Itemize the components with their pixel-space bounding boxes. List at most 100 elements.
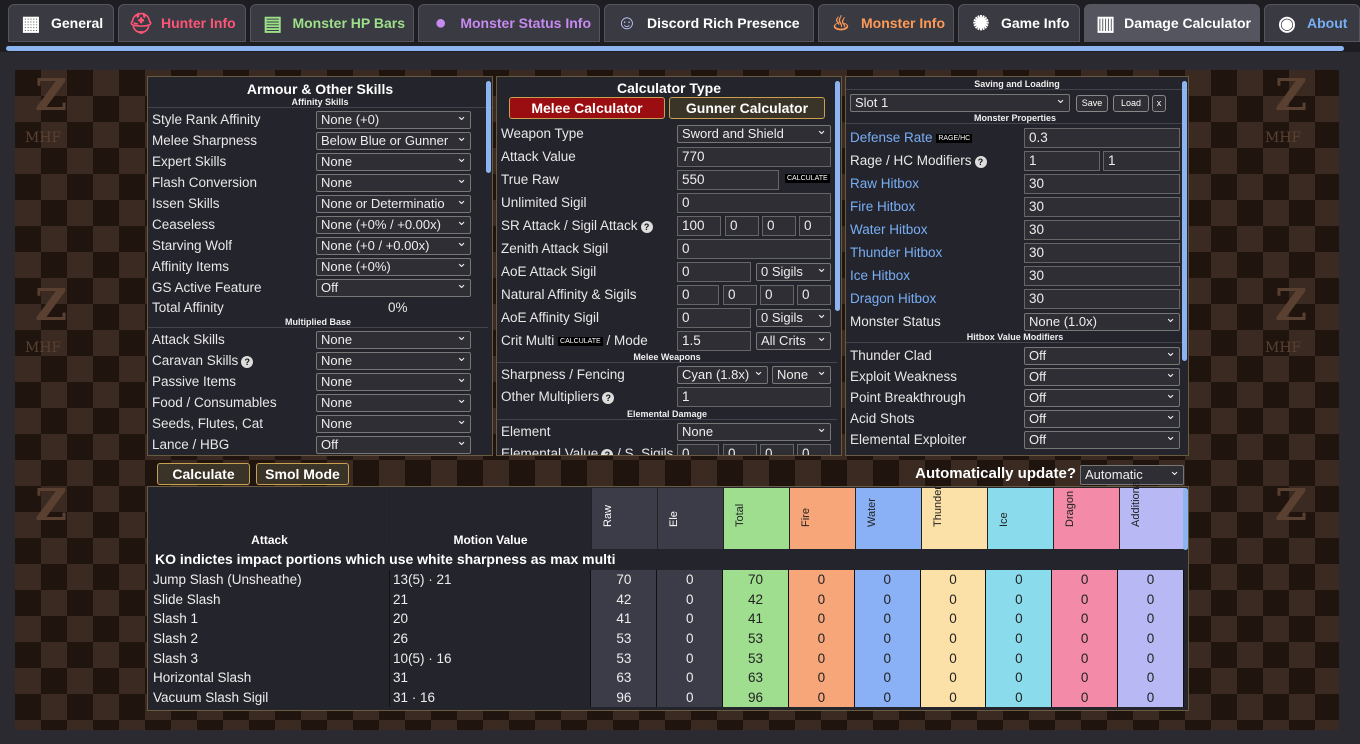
affinity-sigil-input[interactable]: 0 <box>723 285 757 305</box>
sigil-attack-input[interactable]: 0 <box>799 216 831 236</box>
column-header[interactable]: Attack <box>150 488 390 549</box>
zenith-input[interactable]: 0 <box>677 239 831 259</box>
natural-affinity-input[interactable]: 0 <box>677 285 719 305</box>
column-header[interactable]: Additional <box>1120 479 1186 549</box>
affinity-sigil-input[interactable]: 0 <box>797 285 831 305</box>
skill-select[interactable]: Off <box>316 279 471 297</box>
calculate-button[interactable]: Calculate <box>157 463 250 485</box>
tab-game-info[interactable]: ✺ Game Info <box>958 4 1080 42</box>
column-header[interactable]: Ice <box>988 488 1054 549</box>
skill-select[interactable]: None <box>316 174 471 192</box>
skill-select[interactable]: None <box>316 153 471 171</box>
fencing-select[interactable]: None <box>772 366 831 384</box>
modifier-select[interactable]: Off <box>1024 347 1180 365</box>
rage-hc-tag[interactable]: RAGE/HC <box>936 133 973 143</box>
tab-discord-rich-presence[interactable]: ☺ Discord Rich Presence <box>604 4 814 42</box>
element-select[interactable]: None <box>677 423 831 441</box>
help-icon[interactable]: ? <box>602 392 615 404</box>
aoe-affinity-input[interactable]: 0 <box>677 308 751 328</box>
tab-hunter-info[interactable]: ⛑ Hunter Info <box>118 4 246 42</box>
table-row[interactable]: Slide Slash 21 42 0 42 0 0 0 0 0 0 <box>150 589 1184 610</box>
skill-select[interactable]: Below Blue or Gunner <box>316 132 471 150</box>
skill-select[interactable]: None (+0) <box>316 111 471 129</box>
calculate-tag[interactable]: CALCULATE <box>785 174 830 183</box>
calculate-tag[interactable]: CALCULATE <box>558 336 603 346</box>
skill-select[interactable]: None or Determinatio <box>316 195 471 213</box>
save-button[interactable]: Save <box>1076 95 1108 112</box>
aoe-affinity-select[interactable]: 0 Sigils <box>756 309 831 327</box>
table-row[interactable]: Slash 1 20 41 0 41 0 0 0 0 0 0 <box>150 609 1184 629</box>
column-header[interactable]: Dragon <box>1054 488 1120 549</box>
skill-select[interactable]: None <box>316 415 471 433</box>
tab-about[interactable]: ◉ About <box>1264 4 1360 42</box>
scrollbar[interactable] <box>835 81 840 311</box>
modifier-select[interactable]: Off <box>1024 389 1180 407</box>
unlimited-sigil-input[interactable]: 0 <box>677 193 831 213</box>
table-row[interactable]: Jump Slash (Unsheathe) 13(5) · 21 70 0 70 0 0 0… <box>150 570 1184 590</box>
crit-multi-input[interactable]: 1.5 <box>677 331 751 351</box>
element-sigil-input[interactable]: 0 <box>797 444 831 455</box>
true-raw-input[interactable]: 550 <box>677 170 779 190</box>
modifier-select[interactable]: Off <box>1024 431 1180 449</box>
rage-modifier-input[interactable]: 1 <box>1024 151 1100 171</box>
defense-rate-input[interactable]: 0.3 <box>1024 128 1180 148</box>
table-row[interactable]: Slash 2 26 53 0 53 0 0 0 0 0 0 <box>150 628 1184 649</box>
table-row[interactable]: Slash 3 10(5) · 16 53 0 53 0 0 0 0 0 0 <box>150 648 1184 668</box>
tab-monster-status-info[interactable]: ● Monster Status Info <box>418 4 600 42</box>
hitbox-input[interactable]: 30 <box>1024 243 1180 263</box>
scrollbar[interactable] <box>1183 488 1188 550</box>
tab-monster-hp-bars[interactable]: ▤ Monster HP Bars <box>250 4 414 42</box>
tab-damage-calculator[interactable]: ▥ Damage Calculator <box>1084 4 1260 42</box>
sr-attack-input[interactable]: 100 <box>677 216 721 236</box>
modifier-select[interactable]: Off <box>1024 410 1180 428</box>
column-header[interactable]: Thunder <box>922 486 988 549</box>
element-sigil-input[interactable]: 0 <box>760 444 794 455</box>
hitbox-input[interactable]: 30 <box>1024 266 1180 286</box>
table-row[interactable]: Horizontal Slash 31 63 0 63 0 0 0 0 0 0 <box>150 667 1184 688</box>
help-icon[interactable]: ? <box>241 356 254 368</box>
hitbox-input[interactable]: 30 <box>1024 220 1180 240</box>
monster-status-select[interactable]: None (1.0x) <box>1024 313 1180 331</box>
help-icon[interactable]: ? <box>974 156 987 168</box>
aoe-attack-input[interactable]: 0 <box>677 262 751 282</box>
modifier-select[interactable]: Off <box>1024 368 1180 386</box>
tab-general[interactable]: ▦ General <box>8 4 114 42</box>
melee-calculator-button[interactable]: Melee Calculator <box>509 97 665 119</box>
weapon-type-select[interactable]: Sword and Shield <box>677 125 831 143</box>
aoe-attack-select[interactable]: 0 Sigils <box>756 263 831 281</box>
sharpness-select[interactable]: Cyan (1.8x) <box>677 366 768 384</box>
column-header[interactable]: Ele <box>658 488 724 549</box>
load-button[interactable]: Load <box>1113 95 1149 112</box>
sigil-attack-input[interactable]: 0 <box>762 216 796 236</box>
column-header[interactable]: Raw <box>592 488 658 549</box>
skill-select[interactable]: None (+0%) <box>316 258 471 276</box>
column-header[interactable]: Fire <box>790 488 856 549</box>
hitbox-input[interactable]: 30 <box>1024 174 1180 194</box>
column-header[interactable]: Motion Value <box>390 488 592 549</box>
slot-select[interactable]: Slot 1 <box>850 94 1070 112</box>
skill-select[interactable]: None (+0 / +0.00x) <box>316 237 471 255</box>
other-multipliers-input[interactable]: 1 <box>677 387 831 407</box>
skill-select[interactable]: None <box>316 352 471 370</box>
gunner-calculator-button[interactable]: Gunner Calculator <box>669 97 825 119</box>
hc-modifier-input[interactable]: 1 <box>1103 151 1180 171</box>
attack-value-input[interactable]: 770 <box>677 147 831 167</box>
sigil-attack-input[interactable]: 0 <box>725 216 759 236</box>
hitbox-input[interactable]: 30 <box>1024 289 1180 309</box>
affinity-sigil-input[interactable]: 0 <box>760 285 794 305</box>
skill-select[interactable]: None <box>316 331 471 349</box>
element-sigil-input[interactable]: 0 <box>723 444 757 455</box>
clear-button[interactable]: x <box>1152 95 1166 112</box>
skill-select[interactable]: None (+0% / +0.00x) <box>316 216 471 234</box>
smol-mode-button[interactable]: Smol Mode <box>256 463 349 485</box>
table-row[interactable]: Vacuum Slash Sigil 31 · 16 96 0 96 0 0 0 0 0 0 <box>150 687 1184 708</box>
column-header[interactable]: Water <box>856 488 922 549</box>
skill-select[interactable]: None <box>316 394 471 412</box>
elemental-value-input[interactable]: 0 <box>677 444 719 455</box>
column-header[interactable]: Total <box>724 488 790 549</box>
tab-monster-info[interactable]: ♨ Monster Info <box>818 4 954 42</box>
help-icon[interactable]: ? <box>640 221 653 233</box>
skill-select[interactable]: Off <box>316 436 471 454</box>
skill-select[interactable]: None <box>316 373 471 391</box>
crit-mode-select[interactable]: All Crits <box>756 332 831 350</box>
